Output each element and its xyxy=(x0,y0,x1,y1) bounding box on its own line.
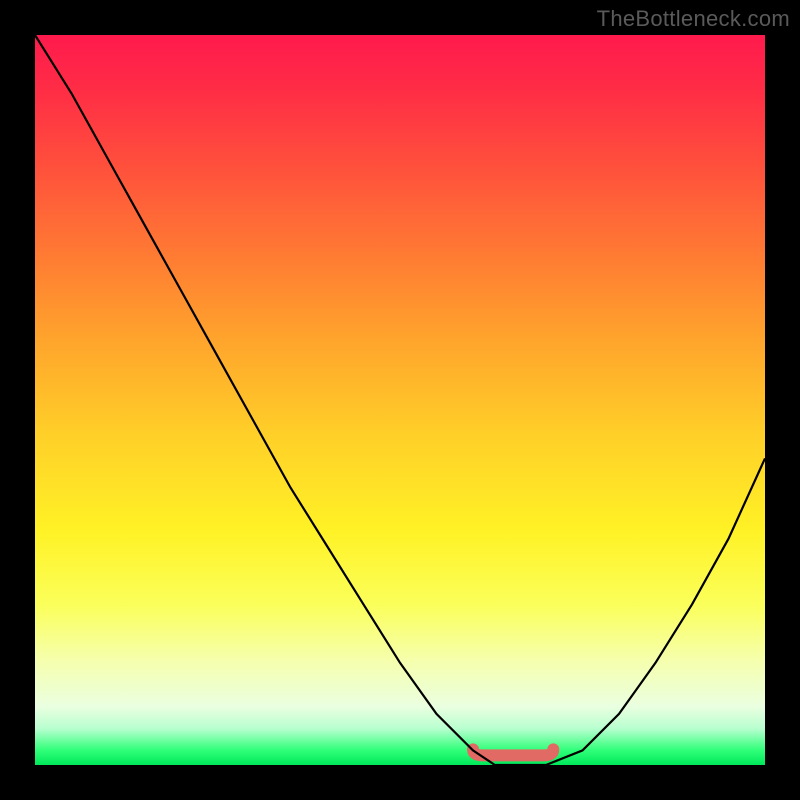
plot-area xyxy=(35,35,765,765)
chart-frame: TheBottleneck.com xyxy=(0,0,800,800)
bottleneck-curve xyxy=(35,35,765,765)
optimal-region-marker xyxy=(473,749,553,755)
watermark-text: TheBottleneck.com xyxy=(597,6,790,32)
curve-layer xyxy=(35,35,765,765)
